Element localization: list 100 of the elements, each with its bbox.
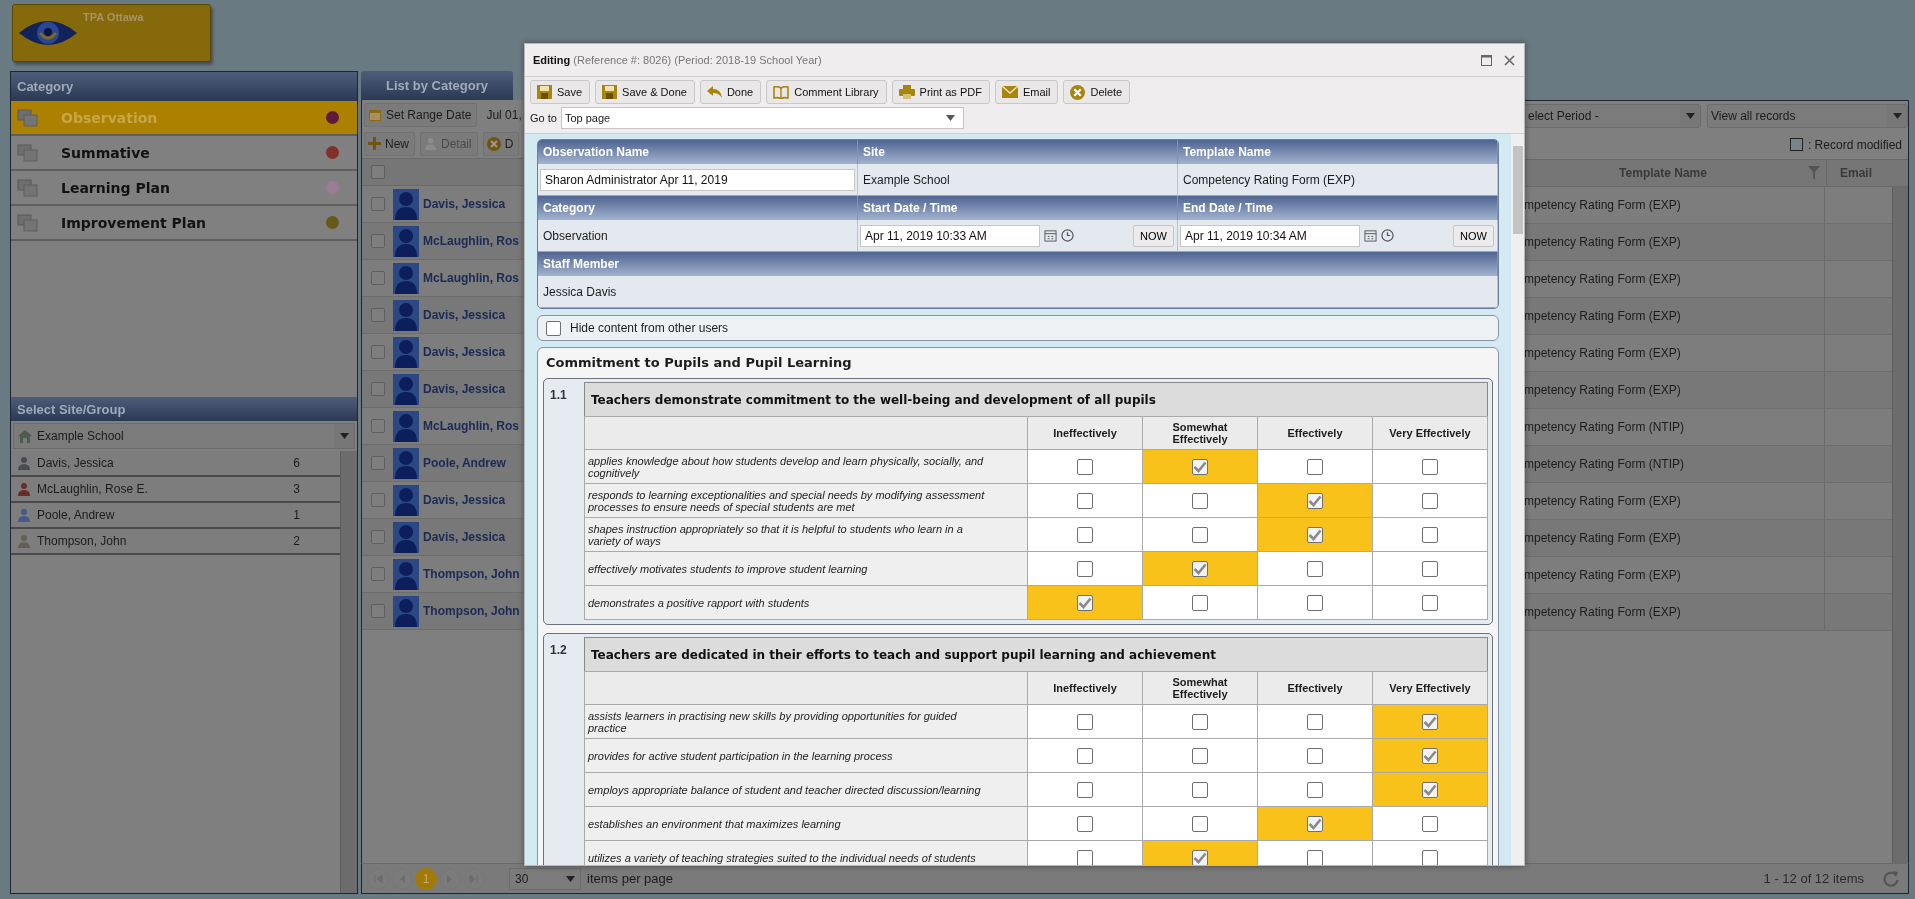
column-header[interactable]: Email xyxy=(1826,159,1885,187)
staff-name[interactable]: Davis, Jessica xyxy=(423,530,506,544)
checkbox[interactable] xyxy=(1422,815,1438,832)
checkbox[interactable] xyxy=(1422,458,1438,475)
checkbox[interactable] xyxy=(546,320,561,336)
date-time-input[interactable]: Apr 11, 2019 10:33 AM xyxy=(860,224,1040,247)
checkbox[interactable] xyxy=(1192,594,1208,611)
site-dropdown[interactable]: Example School xyxy=(13,423,355,449)
checkbox[interactable] xyxy=(1307,849,1323,865)
staff-name[interactable]: Davis, Jessica xyxy=(423,382,506,396)
checkbox[interactable] xyxy=(370,271,385,285)
toolbar-button[interactable]: Print as PDF xyxy=(891,80,990,104)
checkbox[interactable] xyxy=(1307,747,1323,764)
checkbox[interactable] xyxy=(1192,815,1208,832)
staff-name[interactable]: McLaughlin, Ros xyxy=(423,271,519,285)
staff-name[interactable]: Davis, Jessica xyxy=(423,345,506,359)
toolbar-button[interactable]: Done xyxy=(699,80,762,104)
checkbox[interactable] xyxy=(1307,713,1323,730)
toolbar-button[interactable]: Email xyxy=(994,80,1059,104)
person-avatar xyxy=(393,521,419,553)
new-button[interactable]: New xyxy=(364,131,415,156)
set-range-date-button[interactable]: Set Range Date xyxy=(364,102,478,127)
checkbox[interactable] xyxy=(1422,526,1438,543)
checkbox[interactable] xyxy=(1077,458,1093,475)
maximize-icon[interactable] xyxy=(1481,54,1492,66)
checkbox[interactable] xyxy=(370,530,385,544)
period-dropdown[interactable]: elect Period - xyxy=(1524,103,1701,128)
goto-dropdown[interactable]: Top page xyxy=(560,107,964,129)
checkbox[interactable] xyxy=(370,308,385,322)
toolbar-button[interactable]: Delete xyxy=(1063,80,1131,104)
checkbox[interactable] xyxy=(1307,526,1323,543)
checkbox[interactable] xyxy=(1077,747,1093,764)
checkbox[interactable] xyxy=(1307,815,1323,832)
checkbox[interactable] xyxy=(1422,594,1438,611)
page-size-dropdown[interactable]: 30 xyxy=(509,867,581,890)
checkbox[interactable] xyxy=(1422,747,1438,764)
checkbox[interactable] xyxy=(1192,713,1208,730)
date-time-input[interactable]: Apr 11, 2019 10:34 AM xyxy=(1180,224,1360,247)
checkbox[interactable] xyxy=(1422,781,1438,798)
panel-tab[interactable]: List by Category xyxy=(361,71,513,100)
checkbox[interactable] xyxy=(1077,594,1093,611)
checkbox[interactable] xyxy=(370,567,385,581)
checkbox[interactable] xyxy=(1422,713,1438,730)
checkbox[interactable] xyxy=(1077,781,1093,798)
close-icon[interactable] xyxy=(1504,54,1515,66)
clock-icon[interactable] xyxy=(1381,229,1394,242)
template-name: mpetency Rating Form (EXP) xyxy=(1523,494,1682,508)
now-button[interactable]: NOW xyxy=(1133,224,1174,247)
checkbox[interactable] xyxy=(1422,849,1438,865)
staff-name[interactable]: Davis, Jessica xyxy=(423,493,506,507)
checkbox[interactable] xyxy=(370,419,385,433)
toolbar-button[interactable]: Comment Library xyxy=(766,80,887,104)
now-button[interactable]: NOW xyxy=(1453,224,1494,247)
clock-icon[interactable] xyxy=(1061,229,1074,242)
field-value: Jessica Davis xyxy=(542,284,617,299)
checkbox[interactable] xyxy=(1077,713,1093,730)
checkbox[interactable] xyxy=(1192,458,1208,475)
checkbox[interactable] xyxy=(1192,560,1208,577)
checkbox[interactable] xyxy=(1077,492,1093,509)
checkbox[interactable] xyxy=(1422,560,1438,577)
checkbox[interactable] xyxy=(370,382,385,396)
staff-name[interactable]: McLaughlin, Ros xyxy=(423,419,519,433)
checkbox[interactable] xyxy=(1192,781,1208,798)
checkbox[interactable] xyxy=(1192,747,1208,764)
checkbox[interactable] xyxy=(1077,815,1093,832)
checkbox[interactable] xyxy=(1307,781,1323,798)
checkbox[interactable] xyxy=(370,345,385,359)
checkbox[interactable] xyxy=(1307,492,1323,509)
checkbox[interactable] xyxy=(1307,458,1323,475)
checkbox[interactable] xyxy=(1077,526,1093,543)
checkbox[interactable] xyxy=(1192,492,1208,509)
name-input[interactable]: Sharon Administrator Apr 11, 2019 xyxy=(540,168,855,191)
checkbox[interactable] xyxy=(370,604,385,618)
calendar-icon[interactable] xyxy=(1044,229,1057,242)
checkbox[interactable] xyxy=(370,197,385,211)
cut-off-button[interactable]: D xyxy=(482,131,520,156)
checkbox[interactable] xyxy=(1192,526,1208,543)
checkbox[interactable] xyxy=(1307,594,1323,611)
checkbox[interactable] xyxy=(370,493,385,507)
checkbox[interactable] xyxy=(1422,492,1438,509)
person-avatar xyxy=(393,410,419,442)
checkbox[interactable] xyxy=(1192,849,1208,865)
checkbox[interactable] xyxy=(1077,560,1093,577)
page-size-label: items per page xyxy=(587,871,673,887)
staff-name[interactable]: Thompson, John xyxy=(423,567,520,581)
checkbox[interactable] xyxy=(1307,560,1323,577)
checkbox[interactable] xyxy=(1077,849,1093,865)
toolbar-button[interactable]: Save & Done xyxy=(595,80,695,104)
calendar-icon[interactable] xyxy=(1364,229,1377,242)
field-label: Staff Member xyxy=(538,252,1498,276)
staff-name[interactable]: Poole, Andrew xyxy=(423,456,506,470)
staff-name[interactable]: Davis, Jessica xyxy=(423,197,506,211)
staff-name[interactable]: Davis, Jessica xyxy=(423,308,506,322)
checkbox[interactable] xyxy=(370,165,385,179)
calendar-icon xyxy=(368,107,382,122)
house-icon xyxy=(17,428,33,444)
checkbox[interactable] xyxy=(370,234,385,248)
checkbox[interactable] xyxy=(370,456,385,470)
records-dropdown[interactable]: View all records xyxy=(1707,103,1908,128)
toolbar-button[interactable]: Save xyxy=(530,80,591,104)
